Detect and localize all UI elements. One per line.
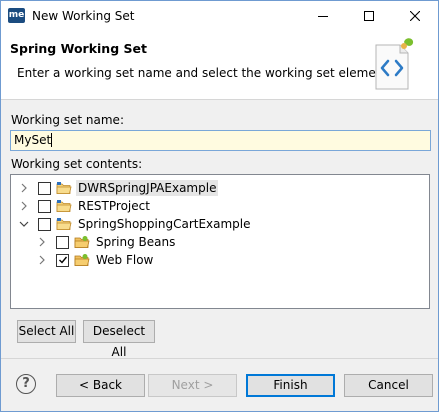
project-folder-icon xyxy=(56,200,72,212)
contents-label: Working set contents: xyxy=(11,157,143,171)
tree-item-label: Spring Beans xyxy=(96,235,176,249)
name-input-value: MySet xyxy=(14,133,52,147)
next-button[interactable]: Next > xyxy=(148,374,237,397)
minimize-button[interactable] xyxy=(300,1,346,31)
tree-item-label: RESTProject xyxy=(78,199,150,213)
tree-item[interactable]: Spring Beans xyxy=(37,233,177,251)
select-all-button[interactable]: Select All xyxy=(17,320,76,343)
tree-item-checkbox[interactable] xyxy=(38,181,51,195)
chevron-right-icon[interactable] xyxy=(19,183,29,193)
chevron-right-icon[interactable] xyxy=(37,255,47,265)
chevron-down-icon[interactable] xyxy=(19,219,29,229)
working-set-name-input[interactable]: MySet xyxy=(10,130,431,151)
minimize-icon xyxy=(318,16,328,17)
header-description: Enter a working set name and select the … xyxy=(17,66,399,80)
project-folder-icon xyxy=(56,182,72,194)
tree-item[interactable]: DWRSpringJPAExample xyxy=(19,179,219,197)
close-button[interactable] xyxy=(392,1,438,31)
tree-item-checkbox[interactable] xyxy=(56,235,69,249)
working-set-tree[interactable]: DWRSpringJPAExample RESTProject SpringSh… xyxy=(10,174,430,309)
maximize-button[interactable] xyxy=(346,1,392,31)
app-icon: me xyxy=(8,8,25,23)
deselect-all-button[interactable]: Deselect All xyxy=(83,320,155,359)
header-title: Spring Working Set xyxy=(10,41,147,56)
tree-item-label: SpringShoppingCartExample xyxy=(78,217,251,231)
dialog-window: me New Working Set Spring Working Set En… xyxy=(0,0,439,412)
tree-item[interactable]: SpringShoppingCartExample xyxy=(19,215,253,233)
chevron-right-icon[interactable] xyxy=(37,237,47,247)
chevron-right-icon[interactable] xyxy=(19,201,29,211)
tree-item[interactable]: Web Flow xyxy=(37,251,155,269)
text-caret xyxy=(51,133,53,147)
wizard-header: Spring Working Set Enter a working set n… xyxy=(1,31,438,100)
spring-beans-icon xyxy=(74,236,90,248)
project-folder-icon xyxy=(56,218,72,230)
tree-item-label: DWRSpringJPAExample xyxy=(76,180,219,196)
checkmark-icon xyxy=(58,256,67,264)
tree-item-checkbox-checked[interactable] xyxy=(56,253,69,267)
tree-item-checkbox[interactable] xyxy=(38,217,51,231)
tree-item-label: Web Flow xyxy=(96,253,154,267)
maximize-icon xyxy=(364,11,374,21)
tree-item-checkbox[interactable] xyxy=(38,199,51,213)
name-label: Working set name: xyxy=(11,113,124,127)
tree-item[interactable]: RESTProject xyxy=(19,197,152,215)
footer-divider xyxy=(1,358,438,359)
web-flow-icon xyxy=(74,254,90,266)
back-button[interactable]: < Back xyxy=(56,374,145,397)
window-title: New Working Set xyxy=(32,9,135,23)
help-button[interactable]: ? xyxy=(16,374,36,394)
close-icon xyxy=(410,11,420,21)
finish-button[interactable]: Finish xyxy=(246,374,335,397)
cancel-button[interactable]: Cancel xyxy=(344,374,433,397)
spring-code-icon xyxy=(375,38,414,90)
title-bar: me New Working Set xyxy=(1,1,438,31)
